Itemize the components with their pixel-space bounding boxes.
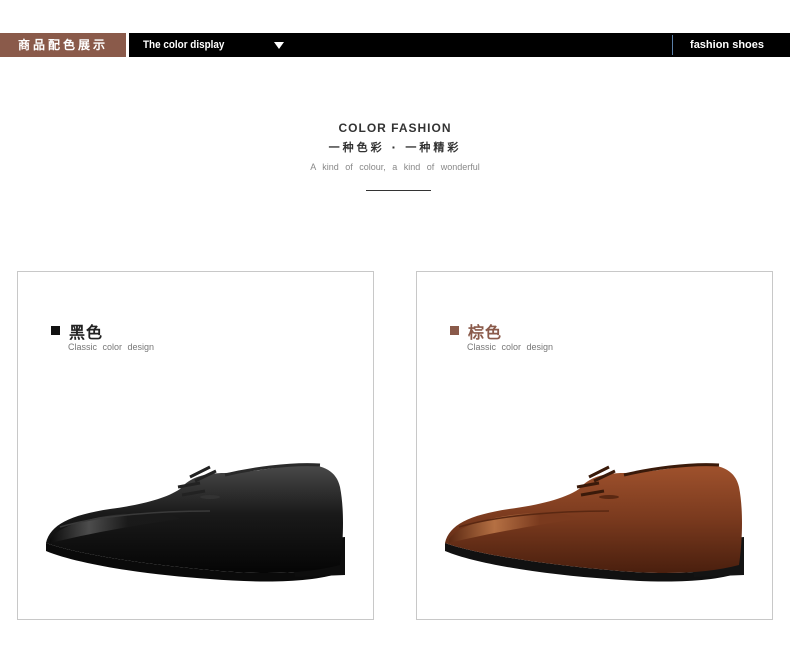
heading-english: COLOR FASHION bbox=[338, 121, 452, 135]
card-color-name: 黑色 bbox=[69, 323, 104, 342]
banner-fashion-label: fashion shoes bbox=[690, 39, 764, 51]
color-card-brown[interactable]: 棕色 Classic color design bbox=[416, 271, 773, 620]
banner-section-label: 商品配色展示 bbox=[0, 33, 126, 57]
banner-bar: The color display fashion shoes bbox=[129, 33, 790, 57]
color-swatch-icon bbox=[51, 326, 60, 335]
brown-shoe-image bbox=[445, 463, 744, 582]
section-heading: COLOR FASHION 一种色彩 · 一种精彩 A kind of colo… bbox=[0, 120, 790, 173]
card-description: Classic color design bbox=[68, 342, 155, 352]
black-shoe-image bbox=[46, 463, 345, 582]
heading-underline bbox=[366, 190, 431, 191]
heading-subtitle: A kind of colour, a kind of wonderful bbox=[310, 162, 480, 172]
caret-down-icon bbox=[274, 42, 284, 49]
banner-divider bbox=[672, 35, 673, 55]
heading-chinese: 一种色彩 · 一种精彩 bbox=[328, 141, 462, 154]
color-swatch-icon bbox=[450, 326, 459, 335]
banner-title: The color display bbox=[143, 39, 225, 51]
color-card-black[interactable]: 黑色 Classic color design bbox=[17, 271, 374, 620]
top-banner: 商品配色展示 The color display fashion shoes bbox=[0, 33, 790, 57]
card-description: Classic color design bbox=[467, 342, 554, 352]
card-color-name: 棕色 bbox=[468, 323, 503, 342]
